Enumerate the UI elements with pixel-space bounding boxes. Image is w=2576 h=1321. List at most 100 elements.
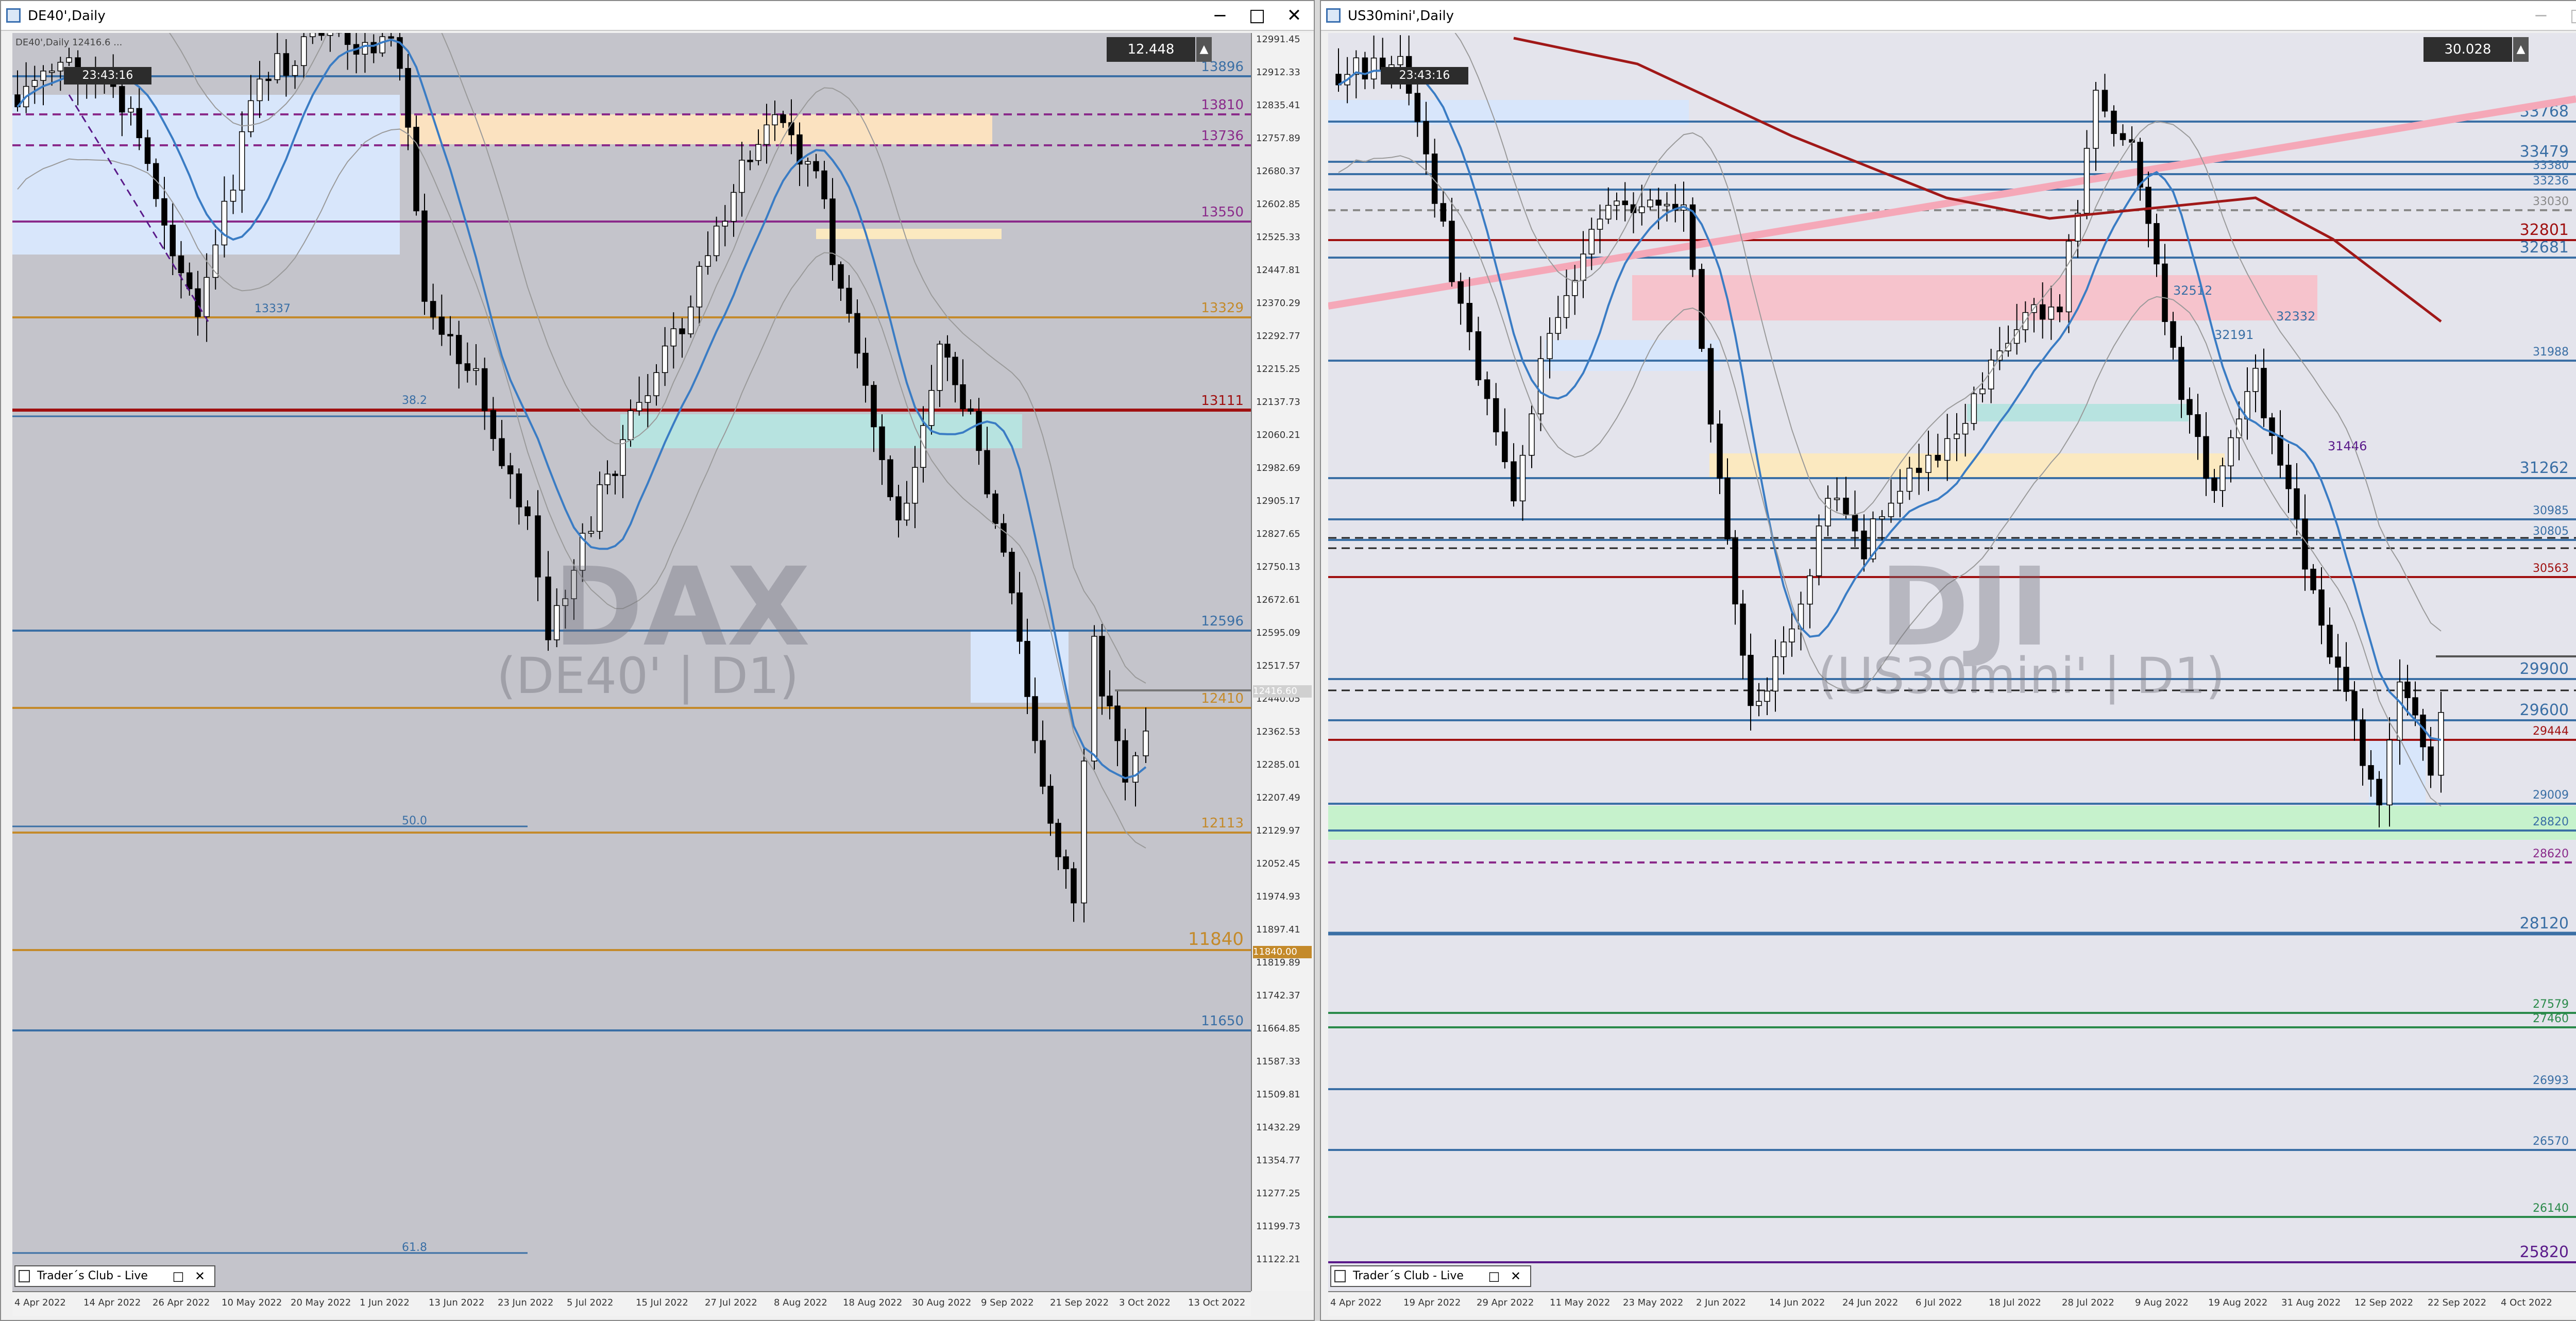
dax-candle-body	[854, 313, 860, 354]
time-tick-label: 4 Oct 2022	[2501, 1297, 2552, 1308]
restore-icon[interactable]: □	[169, 1266, 188, 1286]
dax-candle-body	[48, 70, 55, 73]
dax-candle-body	[388, 36, 394, 39]
timeframe-watermark: (US30mini' | D1)	[1818, 647, 2225, 705]
time-tick-label: 20 May 2022	[291, 1297, 351, 1308]
dji-candle-body	[1906, 467, 1913, 492]
dax-candle-body	[283, 53, 290, 76]
server-clock: 23:43:16	[64, 67, 151, 84]
dji-candle-body	[2294, 488, 2300, 520]
dji-candle-body	[2187, 399, 2193, 415]
spread-display: 12.448	[1107, 37, 1195, 62]
dax-candle-body	[300, 36, 307, 66]
minimize-icon[interactable]: −	[2526, 4, 2556, 27]
supply-zone-blue	[12, 95, 400, 255]
price-tick-label: 12595.09	[1256, 628, 1300, 638]
maximize-icon[interactable]: □	[1242, 4, 1273, 27]
level-label: 11650	[1201, 1013, 1244, 1029]
level-label: 12596	[1201, 614, 1244, 629]
dji-candle-body	[1897, 490, 1903, 504]
dji-candle-body	[1511, 461, 1517, 502]
dax-candle-body	[662, 345, 668, 373]
dax-candle-body	[1016, 592, 1023, 642]
symbol-watermark: DJI	[1879, 544, 2050, 670]
account-taskbar[interactable]: Trader´s Club - Live □ ✕	[14, 1265, 215, 1287]
dax-candle-body	[1081, 760, 1087, 904]
document-icon	[1334, 1270, 1346, 1282]
level-label: 33479	[2520, 143, 2569, 161]
account-taskbar[interactable]: Trader´s Club - Live □ ✕	[1330, 1265, 1531, 1287]
restore-icon[interactable]: □	[1485, 1266, 1503, 1286]
time-scale[interactable]: 4 Apr 2022 14 Apr 2022 26 Apr 2022 10 May 2…	[12, 1291, 1251, 1316]
dji-candle-body	[2111, 110, 2117, 134]
dji-candle-body	[1699, 269, 1705, 349]
demand-zone-teal	[1967, 404, 2189, 421]
window-titlebar[interactable]: DE40',Daily − □ ✕	[1, 1, 1314, 31]
dji-candle-body	[2351, 691, 2358, 721]
time-scale[interactable]: 4 Apr 2022 19 Apr 2022 29 Apr 2022 11 May 2…	[1328, 1291, 2576, 1316]
dji-candle-body	[1529, 413, 1535, 456]
price-tick-label: 12052.45	[1256, 858, 1300, 869]
close-icon[interactable]: ✕	[1506, 1266, 1525, 1286]
demand-zone-green	[1328, 806, 2576, 840]
time-tick-label: 18 Aug 2022	[843, 1297, 903, 1308]
dji-candle-body	[2170, 321, 2176, 348]
time-tick-label: 4 Apr 2022	[1330, 1297, 1382, 1308]
dax-candle-body	[257, 78, 263, 101]
maximize-icon[interactable]: □	[2563, 4, 2576, 27]
dji-candle-body	[2057, 307, 2063, 313]
dax-candle-body	[327, 33, 333, 36]
time-tick-label: 27 Jul 2022	[705, 1297, 757, 1308]
level-label: 31988	[2533, 346, 2569, 359]
dax-candle-body	[755, 144, 761, 161]
dax-candle-body	[1024, 640, 1030, 697]
price-scale[interactable]: 12991.45 12912.33 12835.41 12757.89 12680.37…	[1251, 33, 1313, 1291]
dax-candle-body	[1099, 636, 1105, 697]
price-chart-area[interactable]: 33768 33479 33380 33236 33030 32801 32681 31988…	[1328, 33, 2576, 1291]
dji-candle-body	[1502, 431, 1508, 462]
dax-candle-body	[1107, 696, 1113, 706]
price-tick-label: 12835.41	[1256, 100, 1300, 111]
price-chart-area[interactable]: 13896 13810 13736 13550 13329 13111 12596 12410…	[12, 33, 1251, 1291]
dax-candle-body	[687, 307, 694, 334]
close-icon[interactable]: ✕	[191, 1266, 209, 1286]
time-tick-label: 2 Jun 2022	[1696, 1297, 1746, 1308]
dji-candle-body	[1707, 348, 1714, 425]
account-label: Trader´s Club - Live	[37, 1269, 148, 1282]
dji-candle-body	[1954, 433, 1960, 439]
dax-candle-body	[1132, 755, 1139, 783]
level-label: 30805	[2533, 525, 2569, 538]
level-label: 29600	[2520, 701, 2569, 719]
chart-window-icon	[6, 8, 21, 23]
price-tick-label: 12129.97	[1256, 825, 1300, 836]
dax-candle-body	[612, 473, 618, 476]
close-icon[interactable]: ✕	[1279, 4, 1310, 27]
level-label: 25820	[2520, 1243, 2569, 1261]
window-titlebar[interactable]: US30mini',Daily − □ ✕	[1321, 1, 2576, 31]
dax-candle-body	[597, 484, 603, 532]
dji-candle-body	[2412, 697, 2418, 716]
minimize-icon[interactable]: −	[1205, 4, 1235, 27]
price-tick-label: 12672.61	[1256, 595, 1300, 605]
dax-candle-body	[473, 368, 479, 371]
dji-candle-body	[1493, 398, 1499, 433]
level-label: 26570	[2533, 1135, 2569, 1148]
spread-spinner[interactable]: ▲	[2513, 37, 2529, 62]
de40-chart-window[interactable]: DE40',Daily − □ ✕ 13896 13810 13736 13550 13…	[0, 0, 1315, 1321]
dji-candle-body	[1423, 121, 1429, 155]
dji-candle-body	[1724, 478, 1731, 539]
dax-candle-body	[318, 33, 325, 36]
us30-chart-window[interactable]: US30mini',Daily − □ ✕ 337683347933380332…	[1320, 0, 2576, 1321]
price-tick-label: 11354.77	[1256, 1155, 1300, 1166]
dji-candle-body	[2228, 437, 2234, 467]
dax-candle-body	[805, 161, 811, 165]
dji-candle-body	[2376, 778, 2382, 806]
level-label: 33030	[2533, 195, 2569, 208]
dji-candle-body	[2048, 307, 2055, 320]
price-tick-label: 11819.89	[1256, 957, 1300, 968]
dax-candle-body	[937, 344, 943, 391]
dji-candle-body	[1466, 302, 1473, 332]
dji-candle-body	[1458, 281, 1464, 304]
demand-zone-blue	[1545, 340, 1720, 371]
spread-spinner[interactable]: ▲	[1196, 37, 1212, 62]
